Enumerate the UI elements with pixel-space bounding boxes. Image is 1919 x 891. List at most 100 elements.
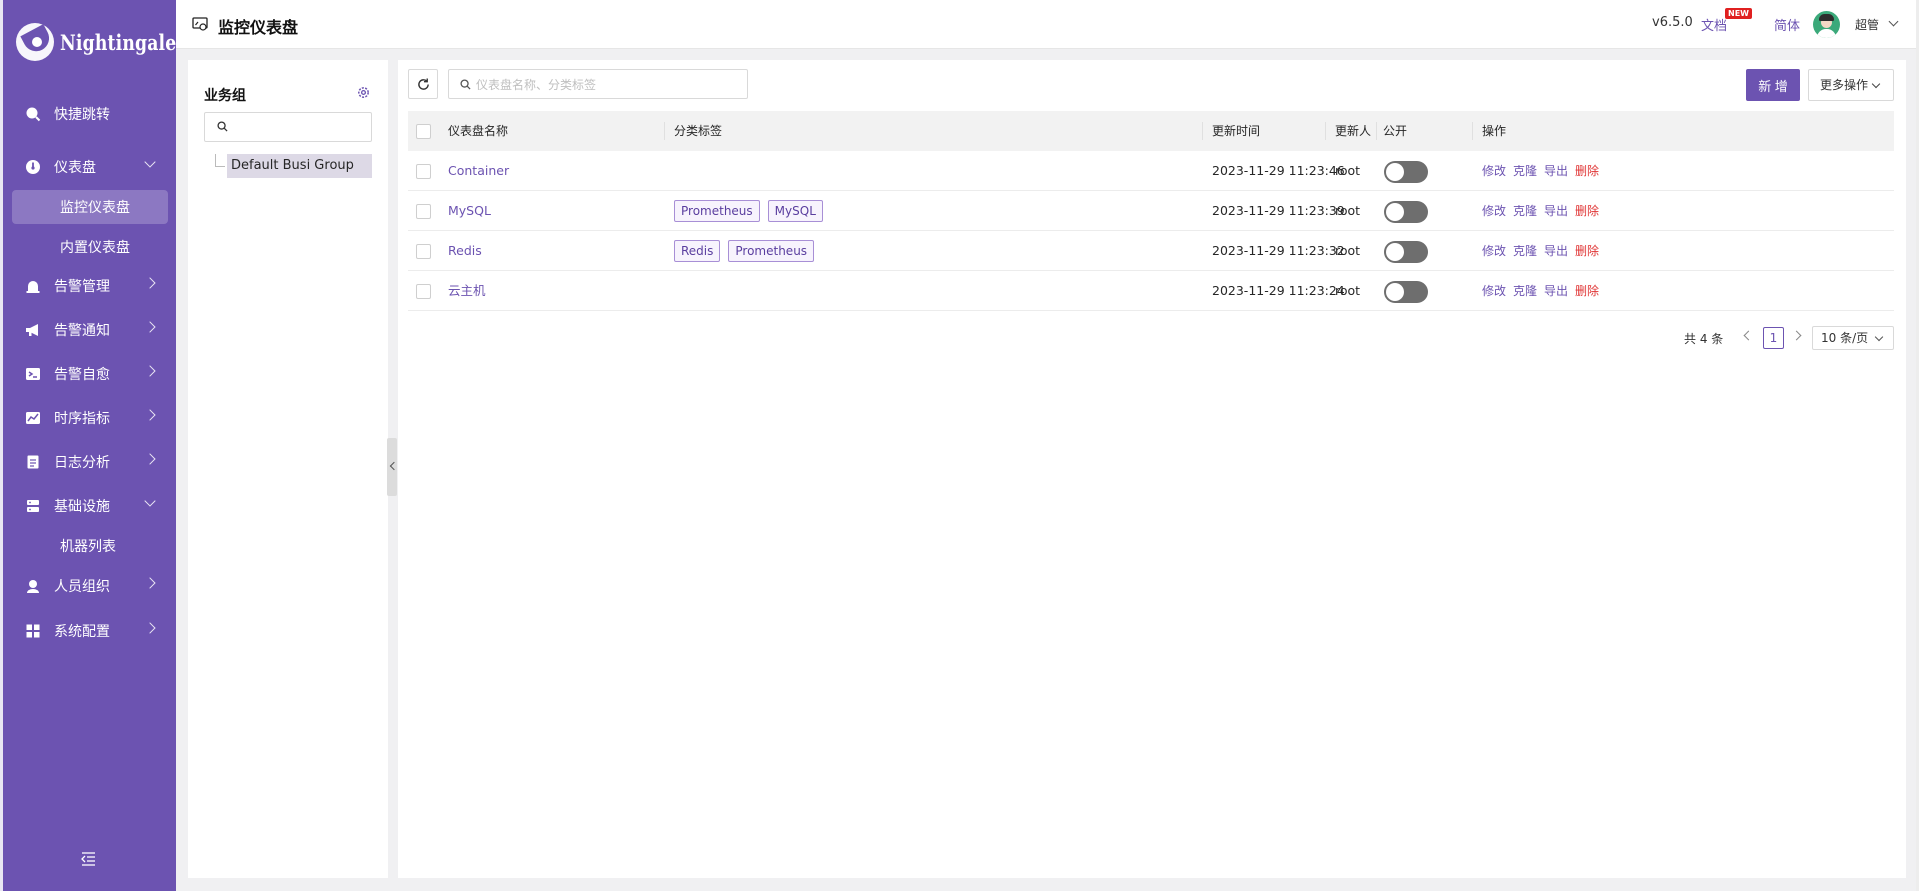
collapse-sidebar-icon[interactable] xyxy=(80,852,98,868)
page-number[interactable]: 1 xyxy=(1763,327,1784,349)
sidebar-item-alert-notification[interactable]: 告警通知 xyxy=(12,313,168,347)
delete-link[interactable]: 删除 xyxy=(1575,204,1599,218)
clone-link[interactable]: 克隆 xyxy=(1513,164,1537,178)
dashboard-search-field[interactable] xyxy=(448,69,748,99)
column-header-actions: 操作 xyxy=(1482,124,1507,138)
sidebar-item-alert-self-healing[interactable]: 告警自愈 xyxy=(12,357,168,391)
delete-link[interactable]: 删除 xyxy=(1575,284,1599,298)
export-link[interactable]: 导出 xyxy=(1544,284,1568,298)
sidebar-item-label: 告警管理 xyxy=(54,279,110,295)
delete-link[interactable]: 删除 xyxy=(1575,244,1599,258)
megaphone-icon xyxy=(24,321,42,339)
server-icon xyxy=(24,497,42,515)
refresh-button[interactable] xyxy=(408,69,438,99)
sidebar-subitem-machine-list[interactable]: 机器列表 xyxy=(12,529,168,563)
chevron-right-icon xyxy=(144,277,156,289)
avatar[interactable] xyxy=(1813,11,1840,38)
row-actions: 修改 克隆 导出 删除 xyxy=(1482,191,1606,231)
sidebar-item-dashboard[interactable]: 仪表盘 xyxy=(12,150,168,184)
chevron-right-icon xyxy=(144,409,156,421)
language-switch[interactable]: 简体 xyxy=(1774,15,1800,34)
dashboard-name-link[interactable]: Container xyxy=(448,151,509,191)
clone-link[interactable]: 克隆 xyxy=(1513,284,1537,298)
chevron-down-icon xyxy=(144,156,156,168)
public-toggle[interactable] xyxy=(1384,161,1428,183)
tag-list: Redis Prometheus xyxy=(674,231,822,271)
edit-link[interactable]: 修改 xyxy=(1482,204,1506,218)
sidebar-item-alert-management[interactable]: 告警管理 xyxy=(12,269,168,303)
add-dashboard-button[interactable]: 新 增 xyxy=(1746,69,1800,101)
row-checkbox[interactable] xyxy=(416,164,431,179)
sidebar-item-quick-jump[interactable]: 快捷跳转 xyxy=(12,97,168,131)
sidebar-item-label: 告警自愈 xyxy=(54,367,110,383)
updater: root xyxy=(1335,283,1361,298)
sidebar-edge xyxy=(0,0,3,891)
sidebar-item-label: 人员组织 xyxy=(54,579,110,595)
page-size-select[interactable]: 10 条/页 xyxy=(1812,326,1894,350)
updated-time: 2023-11-29 11:23:39 xyxy=(1212,203,1345,218)
sidebar-subitem-builtin-dashboard[interactable]: 内置仪表盘 xyxy=(12,230,168,264)
public-toggle[interactable] xyxy=(1384,201,1428,223)
group-search-input[interactable] xyxy=(235,117,365,137)
edit-link[interactable]: 修改 xyxy=(1482,284,1506,298)
logo[interactable]: Nightingale xyxy=(16,20,202,64)
table-row[interactable]: Redis Redis Prometheus 2023-11-29 11:23:3… xyxy=(408,231,1894,271)
chevron-right-icon xyxy=(144,453,156,465)
table-row[interactable]: Container 2023-11-29 11:23:46 root 修改 克隆导… xyxy=(408,151,1894,191)
sidebar-item-people-org[interactable]: 人员组织 xyxy=(12,569,168,603)
table-header: 仪表盘名称 分类标签 更新时间 更新人 公开 操作 xyxy=(408,111,1894,151)
row-checkbox[interactable] xyxy=(416,284,431,299)
row-actions: 修改 克隆 导出 删除 xyxy=(1482,271,1606,311)
tag[interactable]: Prometheus xyxy=(728,240,815,262)
table-row[interactable]: 云主机 2023-11-29 11:23:24 root 修改 克隆 导出 删除 xyxy=(408,271,1894,311)
dashboard-name-link[interactable]: Redis xyxy=(448,231,482,271)
sidebar-subitem-monitor-dashboard[interactable]: 监控仪表盘 xyxy=(12,190,168,224)
docs-link[interactable]: 文档 xyxy=(1701,15,1727,34)
row-checkbox[interactable] xyxy=(416,244,431,259)
clone-link[interactable]: 克隆 xyxy=(1513,204,1537,218)
group-search-field[interactable] xyxy=(204,112,372,142)
export-link[interactable]: 导出 xyxy=(1544,164,1568,178)
gear-icon[interactable] xyxy=(356,85,371,100)
line-chart-icon xyxy=(24,409,42,427)
more-actions-button[interactable]: 更多操作 xyxy=(1808,69,1894,101)
dashboard-search-input[interactable] xyxy=(476,75,736,95)
chevron-right-icon xyxy=(144,321,156,333)
prev-page-icon[interactable] xyxy=(1743,330,1754,341)
updated-time: 2023-11-29 11:23:24 xyxy=(1212,283,1345,298)
export-link[interactable]: 导出 xyxy=(1544,244,1568,258)
tag[interactable]: Redis xyxy=(674,240,721,262)
user-name[interactable]: 超管 xyxy=(1855,16,1879,33)
edit-link[interactable]: 修改 xyxy=(1482,164,1506,178)
column-divider xyxy=(664,122,665,140)
row-checkbox[interactable] xyxy=(416,204,431,219)
dashboard-name-link[interactable]: 云主机 xyxy=(448,271,486,311)
tag[interactable]: Prometheus xyxy=(674,200,760,222)
column-header-tags: 分类标签 xyxy=(674,124,723,138)
next-page-icon[interactable] xyxy=(1791,330,1802,341)
panel-splitter[interactable] xyxy=(387,438,399,496)
tag[interactable]: MySQL xyxy=(767,200,823,222)
sidebar-item-infrastructure[interactable]: 基础设施 xyxy=(12,489,168,523)
clone-link[interactable]: 克隆 xyxy=(1513,244,1537,258)
public-toggle[interactable] xyxy=(1384,241,1428,263)
version-label: v6.5.0 xyxy=(1652,15,1693,30)
delete-link[interactable]: 删除 xyxy=(1575,164,1599,178)
sidebar-item-system-config[interactable]: 系统配置 xyxy=(12,614,168,648)
chevron-right-icon xyxy=(144,577,156,589)
refresh-icon xyxy=(417,78,430,91)
public-toggle[interactable] xyxy=(1384,281,1428,303)
sidebar-item-log-analysis[interactable]: 日志分析 xyxy=(12,445,168,479)
export-link[interactable]: 导出 xyxy=(1544,204,1568,218)
sidebar-item-timeseries-metrics[interactable]: 时序指标 xyxy=(12,401,168,435)
chevron-down-icon[interactable] xyxy=(1888,16,1899,27)
column-divider xyxy=(1202,122,1203,140)
table-row[interactable]: MySQL Prometheus MySQL 2023-11-29 11:23:3… xyxy=(408,191,1894,231)
sidebar-item-label: 快捷跳转 xyxy=(54,107,110,123)
dashboard-icon xyxy=(24,158,42,176)
log-file-icon xyxy=(24,453,42,471)
select-all-checkbox[interactable] xyxy=(416,124,431,139)
edit-link[interactable]: 修改 xyxy=(1482,244,1506,258)
dashboard-name-link[interactable]: MySQL xyxy=(448,191,491,231)
tree-node-group[interactable]: Default Busi Group xyxy=(227,154,372,178)
